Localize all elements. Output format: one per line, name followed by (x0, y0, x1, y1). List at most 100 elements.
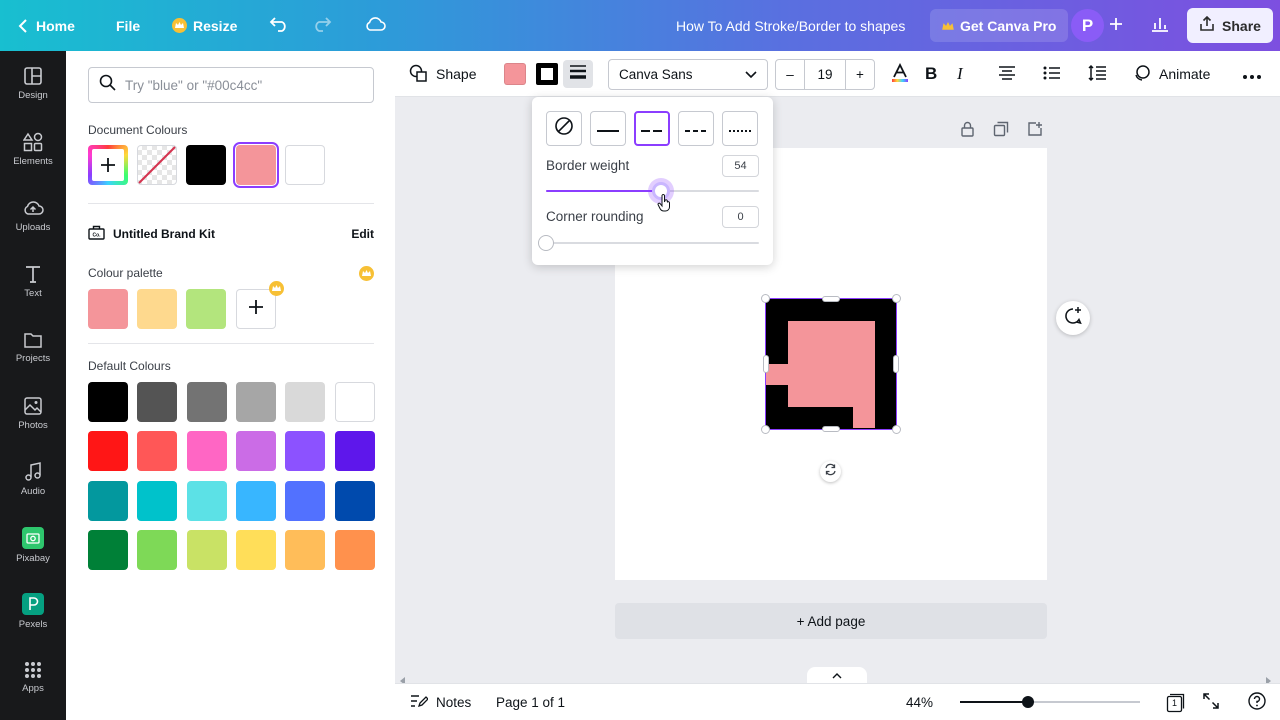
spacing-button[interactable] (1088, 51, 1107, 97)
rail-item-pixabay[interactable]: Pixabay (0, 515, 66, 575)
document-colour-swatch[interactable] (186, 145, 226, 185)
notes-button[interactable]: Notes (410, 684, 471, 720)
document-title[interactable]: How To Add Stroke/Border to shapes (676, 0, 905, 51)
default-colour-swatch[interactable] (88, 382, 128, 422)
default-colour-swatch[interactable] (285, 382, 326, 422)
rail-item-pexels[interactable]: Pexels (0, 581, 66, 641)
resize-handle-bottom[interactable] (822, 426, 840, 432)
default-colour-swatch[interactable] (88, 529, 128, 570)
default-colour-swatch[interactable] (137, 480, 178, 521)
add-comment-button[interactable] (1056, 301, 1090, 335)
rail-item-design[interactable]: Design (0, 53, 66, 113)
default-colour-swatch[interactable] (235, 382, 276, 422)
font-size-value[interactable]: 19 (804, 60, 846, 89)
resize-handle-bottom-left[interactable] (761, 425, 770, 434)
resize-handle-top-right[interactable] (892, 294, 901, 303)
border-style-long-dash[interactable] (634, 111, 670, 146)
default-colour-swatch[interactable] (137, 431, 178, 472)
border-style-dash[interactable] (678, 111, 714, 146)
colour-search[interactable] (88, 67, 374, 103)
shape-button[interactable]: Shape (409, 51, 476, 97)
insights-button[interactable] (1151, 0, 1169, 51)
rail-item-elements[interactable]: Elements (0, 119, 66, 179)
border-colour-button[interactable] (532, 60, 562, 88)
align-button[interactable] (998, 51, 1016, 97)
resize-handle-right[interactable] (893, 355, 899, 373)
resize-button[interactable]: Resize (172, 0, 237, 51)
home-button[interactable]: Home (18, 0, 75, 51)
page-grid-button[interactable]: 1 (1165, 684, 1185, 720)
default-colour-swatch[interactable] (186, 529, 227, 570)
show-pages-button[interactable] (807, 667, 867, 683)
page-indicator[interactable]: Page 1 of 1 (496, 684, 565, 720)
text-colour-button[interactable] (890, 51, 910, 97)
transparent-swatch[interactable] (137, 145, 177, 185)
default-colour-swatch[interactable] (235, 480, 276, 521)
border-style-solid[interactable] (590, 111, 626, 146)
palette-swatch[interactable] (186, 289, 226, 329)
default-colour-swatch[interactable] (137, 382, 178, 422)
undo-button[interactable] (269, 0, 289, 51)
resize-handle-bottom-right[interactable] (892, 425, 901, 434)
redo-button[interactable] (312, 0, 332, 51)
fullscreen-button[interactable] (1203, 684, 1219, 720)
help-button[interactable] (1248, 684, 1266, 720)
resize-handle-left[interactable] (763, 355, 769, 373)
brand-edit-link[interactable]: Edit (351, 227, 374, 241)
invite-button[interactable] (1109, 0, 1123, 51)
add-page-icon[interactable] (1027, 121, 1043, 141)
default-colour-swatch[interactable] (285, 431, 326, 472)
default-colour-swatch[interactable] (334, 529, 375, 570)
default-colour-swatch[interactable] (186, 431, 227, 472)
cloud-save-button[interactable] (364, 0, 386, 51)
default-colour-swatch[interactable] (186, 480, 227, 521)
default-colour-swatch[interactable] (235, 529, 276, 570)
border-style-none[interactable] (546, 111, 582, 146)
document-colour-swatch-selected[interactable] (233, 142, 279, 188)
lock-icon[interactable] (960, 121, 975, 141)
zoom-slider-knob[interactable] (1022, 696, 1035, 708)
share-button[interactable]: Share (1187, 8, 1273, 43)
border-weight-input[interactable]: 54 (722, 155, 759, 177)
animate-button[interactable]: Animate (1133, 51, 1210, 97)
duplicate-page-icon[interactable] (993, 121, 1009, 141)
default-colour-swatch[interactable] (334, 431, 375, 472)
rail-item-text[interactable]: Text (0, 251, 66, 311)
default-colour-swatch[interactable] (235, 431, 276, 472)
font-size-decrease-button[interactable]: – (776, 60, 804, 89)
palette-swatch[interactable] (88, 289, 128, 329)
bold-button[interactable]: B (925, 51, 937, 97)
list-button[interactable] (1043, 51, 1061, 97)
zoom-slider[interactable] (960, 696, 1140, 708)
corner-rounding-slider[interactable] (538, 235, 759, 251)
get-pro-button[interactable]: Get Canva Pro (930, 9, 1069, 42)
add-colour-button[interactable] (88, 145, 128, 185)
selected-shape[interactable] (761, 294, 901, 434)
rail-item-audio[interactable]: Audio (0, 449, 66, 509)
zoom-value[interactable]: 44% (906, 684, 933, 720)
default-colour-swatch[interactable] (88, 480, 128, 521)
default-colour-swatch[interactable] (285, 529, 326, 570)
default-colour-swatch[interactable] (334, 382, 375, 422)
default-colour-swatch[interactable] (334, 480, 375, 521)
border-style-button[interactable] (563, 60, 593, 88)
default-colour-swatch[interactable] (137, 529, 178, 570)
document-colour-swatch[interactable] (285, 145, 325, 185)
italic-button[interactable]: I (957, 51, 963, 97)
font-family-select[interactable]: Canva Sans (608, 59, 768, 90)
fill-colour-button[interactable] (500, 60, 530, 88)
border-weight-slider[interactable] (546, 182, 759, 200)
resize-handle-top-left[interactable] (761, 294, 770, 303)
add-page-button[interactable]: + Add page (615, 603, 1047, 639)
resize-handle-top[interactable] (822, 296, 840, 302)
rail-item-apps[interactable]: Apps (0, 647, 66, 707)
font-size-increase-button[interactable]: + (846, 60, 874, 89)
corner-rounding-input[interactable]: 0 (722, 206, 759, 228)
add-palette-colour-button[interactable] (236, 281, 284, 329)
palette-swatch[interactable] (137, 289, 177, 329)
more-button[interactable] (1243, 51, 1261, 97)
default-colour-swatch[interactable] (285, 480, 326, 521)
default-colour-swatch[interactable] (186, 382, 227, 422)
avatar[interactable]: P (1071, 9, 1104, 42)
colour-search-input[interactable] (125, 77, 355, 93)
